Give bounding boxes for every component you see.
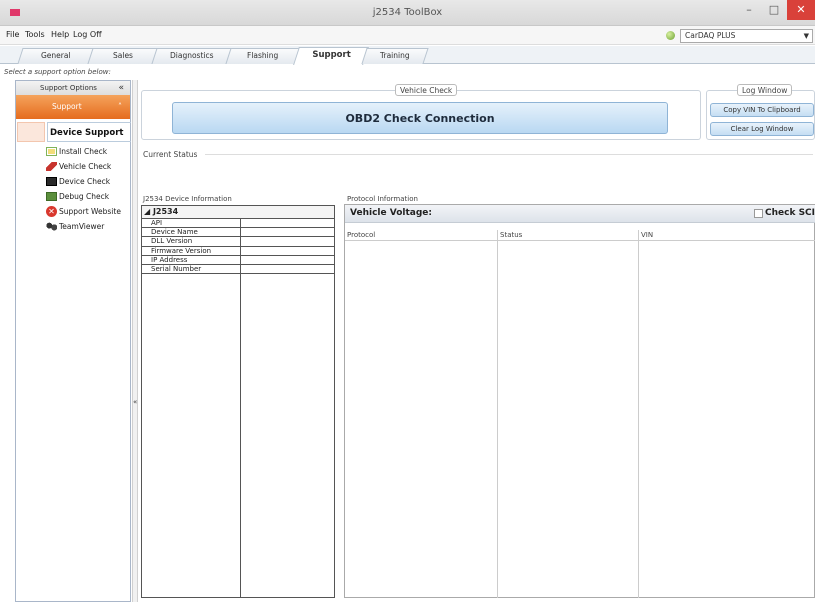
sidebar-item-support-website[interactable]: ✕ Support Website xyxy=(46,204,130,219)
device-status-icon xyxy=(666,31,675,40)
teamviewer-icon xyxy=(46,222,57,231)
column-divider xyxy=(638,230,639,598)
vehicle-check-icon xyxy=(46,162,57,171)
check-sci-label[interactable]: Check SCI xyxy=(765,208,815,218)
support-website-icon: ✕ xyxy=(46,206,57,217)
maximize-button[interactable]: □ xyxy=(761,0,787,20)
support-options-title: Support Options xyxy=(40,84,97,92)
table-row[interactable]: DLL Version xyxy=(142,237,334,247)
sidebar-item-vehicle-check[interactable]: Vehicle Check xyxy=(46,159,130,174)
value-column-divider xyxy=(240,219,241,597)
table-row[interactable]: API xyxy=(142,219,334,229)
voltage-bar: Vehicle Voltage: Check SCI xyxy=(345,205,815,223)
close-button[interactable]: ✕ xyxy=(787,0,815,20)
menu-log-off[interactable]: Log Off xyxy=(73,30,102,39)
chevron-up-icon: ˄ xyxy=(118,102,122,111)
table-row[interactable]: Device Name xyxy=(142,228,334,238)
support-group-label: Support xyxy=(52,102,82,111)
collapse-icon[interactable]: « xyxy=(118,81,124,95)
sidebar-item-debug-check[interactable]: Debug Check xyxy=(46,189,130,204)
device-check-icon xyxy=(46,177,57,186)
window-title: j2534 ToolBox xyxy=(372,7,443,18)
protocol-info-panel: Vehicle Voltage: Check SCI Protocol Stat… xyxy=(344,204,815,598)
title-bar: j2534 ToolBox – □ ✕ xyxy=(0,0,815,26)
column-header-protocol[interactable]: Protocol xyxy=(345,230,497,241)
minimize-button[interactable]: – xyxy=(736,0,762,20)
protocol-info-label: Protocol Information xyxy=(347,195,418,203)
sidebar-item-teamviewer[interactable]: TeamViewer xyxy=(46,219,130,234)
tab-general[interactable]: General xyxy=(17,48,95,64)
menu-file[interactable]: File xyxy=(6,30,19,39)
support-options-header[interactable]: Support Options « xyxy=(16,81,130,95)
table-row[interactable]: IP Address xyxy=(142,256,334,265)
device-select-value: CarDAQ PLUS xyxy=(685,31,736,40)
device-info-root[interactable]: ◢ J2534 xyxy=(142,206,334,219)
tab-support[interactable]: Support xyxy=(293,47,369,65)
vehicle-check-legend: Vehicle Check xyxy=(395,84,458,96)
sidebar-item-device-check[interactable]: Device Check xyxy=(46,174,130,189)
menu-tools[interactable]: Tools xyxy=(25,30,45,39)
install-check-icon xyxy=(46,147,57,156)
obd2-check-connection-button[interactable]: OBD2 Check Connection xyxy=(172,102,668,134)
clear-log-button[interactable]: Clear Log Window xyxy=(710,122,814,136)
current-status-divider xyxy=(205,154,813,155)
support-hint: Select a support option below: xyxy=(4,68,111,76)
device-support-list: Install Check Vehicle Check Device Check… xyxy=(16,144,130,234)
tab-sales[interactable]: Sales xyxy=(87,48,159,64)
sidebar-item-install-check[interactable]: Install Check xyxy=(46,144,130,159)
device-info-table: ◢ J2534 API Device Name DLL Version Firm… xyxy=(141,205,335,598)
debug-check-icon xyxy=(46,192,57,201)
table-row[interactable]: Firmware Version xyxy=(142,247,334,256)
support-options-panel: Support Options « Support ˄ Device Suppo… xyxy=(15,80,131,602)
column-header-vin[interactable]: VIN xyxy=(639,230,815,241)
log-window-legend: Log Window xyxy=(737,84,793,96)
column-header-status[interactable]: Status xyxy=(498,230,638,241)
device-support-item[interactable]: Device Support xyxy=(16,122,131,144)
vehicle-voltage-label: Vehicle Voltage: xyxy=(350,208,432,218)
chevron-down-icon: ▼ xyxy=(803,32,809,40)
check-sci-checkbox[interactable] xyxy=(754,209,763,218)
table-row[interactable]: Serial Number xyxy=(142,265,334,275)
tab-bar: General Sales Diagnostics Flashing Suppo… xyxy=(0,46,815,65)
tab-training[interactable]: Training xyxy=(361,48,429,64)
copy-vin-button[interactable]: Copy VIN To Clipboard xyxy=(710,103,814,117)
column-divider xyxy=(497,230,498,598)
support-group-header[interactable]: Support ˄ xyxy=(16,95,130,119)
tab-diagnostics[interactable]: Diagnostics xyxy=(151,48,233,64)
tab-flashing[interactable]: Flashing xyxy=(225,48,301,64)
device-support-label: Device Support xyxy=(47,122,131,142)
menu-help[interactable]: Help xyxy=(51,30,69,39)
splitter-grip-icon[interactable]: « xyxy=(133,398,137,406)
device-select[interactable]: CarDAQ PLUS ▼ xyxy=(680,29,813,43)
device-info-label: J2534 Device Information xyxy=(143,195,232,203)
panel-splitter[interactable]: « xyxy=(132,80,138,602)
selection-marker xyxy=(17,122,45,142)
current-status-label: Current Status xyxy=(143,150,198,159)
